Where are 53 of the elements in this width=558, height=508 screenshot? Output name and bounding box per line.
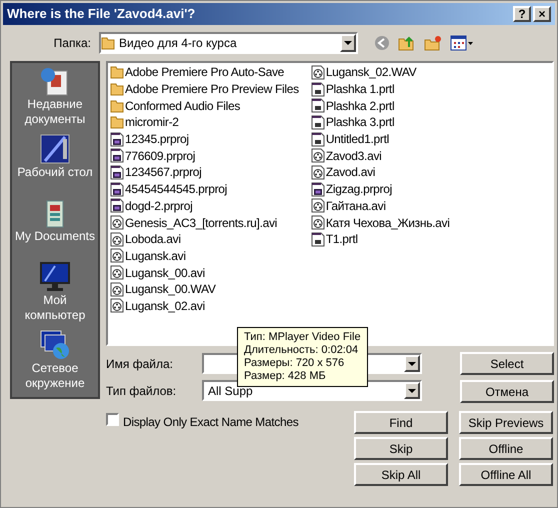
file-item[interactable]: Lugansk.avi <box>110 248 299 264</box>
field-value: All Supp <box>207 382 254 400</box>
places-item[interactable]: Недавние документы <box>12 65 98 127</box>
window-title: Where is the File 'Zavod4.avi'? <box>7 5 196 24</box>
file-item[interactable]: Genesis_AC3_[torrents.ru].avi <box>110 214 299 231</box>
title-bar-button[interactable]: ? <box>513 6 531 22</box>
folder-dropdown[interactable]: Видео для 4-го курса <box>99 32 358 54</box>
file-item[interactable]: Lugansk_02.WAV <box>310 64 450 81</box>
file-item[interactable]: T1.prtl <box>310 230 450 248</box>
file-item[interactable]: Гайтана.avi <box>310 198 450 214</box>
dialog-button[interactable]: Select <box>460 352 554 375</box>
tooltip-line: Размер: 428 МБ <box>244 370 327 383</box>
tooltip-line: Длительность: 0:02:04 <box>244 344 360 357</box>
places-item[interactable]: Мой компьютер <box>12 261 98 323</box>
file-item[interactable]: Zigzag.prproj <box>310 180 450 198</box>
file-item[interactable]: 776609.prproj <box>110 147 299 164</box>
file-item[interactable]: dogd-2.prproj <box>110 198 299 214</box>
file-name-label: Имя файла: <box>106 356 174 372</box>
dialog-button[interactable]: Отмена <box>460 380 554 403</box>
file-item[interactable]: Катя Чехова_Жизнь.avi <box>310 214 450 231</box>
dialog-button[interactable]: Skip <box>354 437 448 460</box>
file-item[interactable]: 45454544545.prproj <box>110 180 299 198</box>
dialog-button[interactable]: Offline <box>459 437 553 460</box>
tooltip-line: Тип: MPlayer Video File <box>244 331 361 344</box>
dialog-button[interactable]: Offline All <box>459 463 553 486</box>
dialog-button[interactable]: Skip Previews <box>459 411 553 434</box>
file-item[interactable]: micromir-2 <box>110 114 299 131</box>
places-item[interactable]: Рабочий стол <box>12 133 98 191</box>
file-item[interactable]: Adobe Premiere Pro Auto-Save <box>110 64 299 81</box>
file-item[interactable]: Conformed Audio Files <box>110 97 299 114</box>
file-item[interactable]: Zavod.avi <box>310 164 450 181</box>
exact-match-checkbox[interactable]: Display Only Exact Name Matches <box>106 411 354 486</box>
file-item[interactable]: Adobe Premiere Pro Preview Files <box>110 80 299 98</box>
file-item[interactable]: Untitled1.prtl <box>310 130 450 148</box>
file-item[interactable]: Plashka 3.prtl <box>310 114 450 131</box>
places-item[interactable]: My Documents <box>12 197 98 255</box>
folder-label: Папка: <box>52 35 92 52</box>
file-type-label: Тип файлов: <box>106 382 178 400</box>
file-item[interactable]: Lugansk_00.WAV <box>110 280 299 298</box>
places-item[interactable]: Сетевое окружение <box>12 329 98 391</box>
dialog-button[interactable]: Skip All <box>354 463 448 486</box>
file-item[interactable]: Plashka 2.prtl <box>310 97 450 114</box>
file-item[interactable]: Loboda.avi <box>110 230 299 248</box>
title-bar-button[interactable]: × <box>533 6 551 22</box>
field-value: Видео для 4-го курса <box>118 35 238 52</box>
dialog-button[interactable]: Find <box>354 411 448 434</box>
tooltip-line: Размеры: 720 x 576 <box>244 357 346 370</box>
file-item[interactable]: 1234567.prproj <box>110 164 299 181</box>
file-item[interactable]: 12345.prproj <box>110 130 299 148</box>
file-item[interactable]: Lugansk_02.avi <box>110 298 299 314</box>
file-item[interactable]: Plashka 1.prtl <box>310 80 450 98</box>
file-item[interactable]: Zavod3.avi <box>310 147 450 164</box>
file-item[interactable]: Lugansk_00.avi <box>110 264 299 281</box>
